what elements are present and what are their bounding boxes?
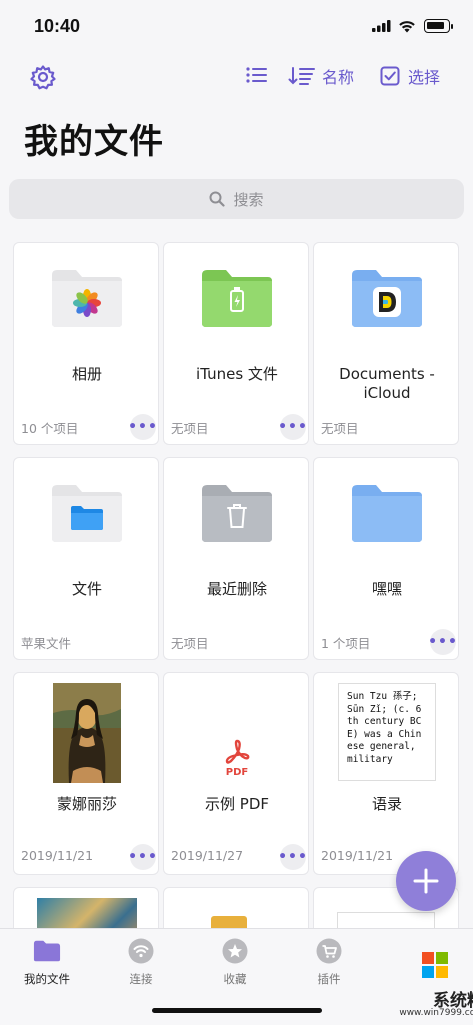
file-card-heihei[interactable]: 嘿嘿 1 个项目 ••• xyxy=(313,457,459,660)
pdf-label: PDF xyxy=(225,766,249,778)
file-card-files[interactable]: 文件 苹果文件 xyxy=(13,457,159,660)
sort-label: 名称 xyxy=(322,68,355,87)
add-button[interactable] xyxy=(396,851,456,911)
file-card-quotes[interactable]: Sun Tzu 孫子; Sūn Zǐ; (c. 6th century BCE)… xyxy=(313,672,459,875)
wifi-icon xyxy=(399,21,415,33)
plus-icon xyxy=(413,868,439,894)
file-card-mona-lisa[interactable]: 蒙娜丽莎 2019/11/21 ••• xyxy=(13,672,159,875)
file-meta: 10 个项目 xyxy=(21,421,79,436)
watermark: 系统粉 www.win7999.com xyxy=(399,950,473,1024)
gear-icon[interactable] xyxy=(30,64,56,90)
itunes-folder-icon xyxy=(164,267,310,357)
file-name: 文件 xyxy=(71,580,102,598)
tab-label: 我的文件 xyxy=(24,972,70,986)
file-meta: 无项目 xyxy=(171,636,209,651)
select-label: 选择 xyxy=(408,68,441,87)
cart-icon xyxy=(315,937,343,965)
file-card-itunes[interactable]: iTunes 文件 无项目 ••• xyxy=(163,242,309,445)
trash-folder-icon xyxy=(164,482,310,572)
file-meta: 2019/11/27 xyxy=(171,848,244,863)
select-button[interactable]: 选择 xyxy=(380,64,440,88)
folder-icon xyxy=(314,482,460,572)
file-name: 蒙娜丽莎 xyxy=(56,795,117,813)
file-meta: 2019/11/21 xyxy=(21,848,94,863)
files-folder-icon xyxy=(14,482,160,572)
tab-label: 连接 xyxy=(129,972,153,986)
battery-icon xyxy=(424,19,450,33)
file-name: Documents - iCloud xyxy=(339,365,435,402)
tab-my-files[interactable]: 我的文件 xyxy=(12,937,82,987)
watermark-url: www.win7999.com xyxy=(399,1008,473,1018)
file-meta: 苹果文件 xyxy=(21,636,72,651)
tab-label: 收藏 xyxy=(223,972,247,986)
page-title: 我的文件 xyxy=(24,122,164,162)
sort-icon xyxy=(288,67,315,85)
file-card-recently-deleted[interactable]: 最近删除 无项目 xyxy=(163,457,309,660)
file-meta: 1 个项目 xyxy=(321,636,371,651)
file-name: 嘿嘿 xyxy=(371,580,402,598)
file-name: 语录 xyxy=(371,795,402,813)
sort-button[interactable]: 名称 xyxy=(288,64,354,88)
file-name: 相册 xyxy=(71,365,102,383)
tab-plugins[interactable]: 插件 xyxy=(294,937,364,987)
status-bar: 10:40 xyxy=(0,0,473,56)
folder-icon xyxy=(33,937,61,965)
search-placeholder: 搜索 xyxy=(233,190,264,209)
cellular-signal-icon xyxy=(372,20,391,32)
battery-tip xyxy=(451,24,453,29)
star-icon xyxy=(221,937,249,965)
tab-connect[interactable]: 连接 xyxy=(106,937,176,987)
status-time: 10:40 xyxy=(34,16,81,36)
checkbox-icon xyxy=(380,66,400,86)
wifi-icon xyxy=(127,937,155,965)
file-meta: 无项目 xyxy=(171,421,209,436)
image-thumbnail xyxy=(14,683,160,785)
more-button[interactable]: ••• xyxy=(128,414,157,440)
icloud-folder-icon xyxy=(314,267,460,357)
list-view-icon[interactable] xyxy=(246,66,268,84)
pdf-icon: PDF xyxy=(164,713,310,803)
text-thumbnail: Sun Tzu 孫子; Sūn Zǐ; (c. 6th century BCE)… xyxy=(314,683,460,785)
home-indicator xyxy=(152,1008,322,1013)
text-preview: Sun Tzu 孫子; Sūn Zǐ; (c. 6th century BCE)… xyxy=(338,683,436,781)
file-meta: 无项目 xyxy=(321,421,359,436)
windows-logo-icon xyxy=(422,952,448,978)
tab-favorites[interactable]: 收藏 xyxy=(200,937,270,987)
search-icon xyxy=(209,191,226,207)
top-toolbar: 名称 选择 xyxy=(0,56,473,96)
file-name: iTunes 文件 xyxy=(196,365,278,383)
more-button[interactable]: ••• xyxy=(278,844,307,870)
file-name: 最近删除 xyxy=(206,580,267,598)
file-card-sample-pdf[interactable]: PDF 示例 PDF 2019/11/27 ••• xyxy=(163,672,309,875)
more-button[interactable]: ••• xyxy=(278,414,307,440)
file-meta: 2019/11/21 xyxy=(321,848,394,863)
file-card-icloud[interactable]: Documents - iCloud 无项目 xyxy=(313,242,459,445)
more-button[interactable]: ••• xyxy=(128,844,157,870)
tab-label: 插件 xyxy=(317,972,341,986)
photos-folder-icon xyxy=(14,267,160,357)
more-button[interactable]: ••• xyxy=(428,629,457,655)
file-name: 示例 PDF xyxy=(205,795,269,813)
file-card-photos[interactable]: 相册 10 个项目 ••• xyxy=(13,242,159,445)
search-input[interactable]: 搜索 xyxy=(9,179,464,219)
